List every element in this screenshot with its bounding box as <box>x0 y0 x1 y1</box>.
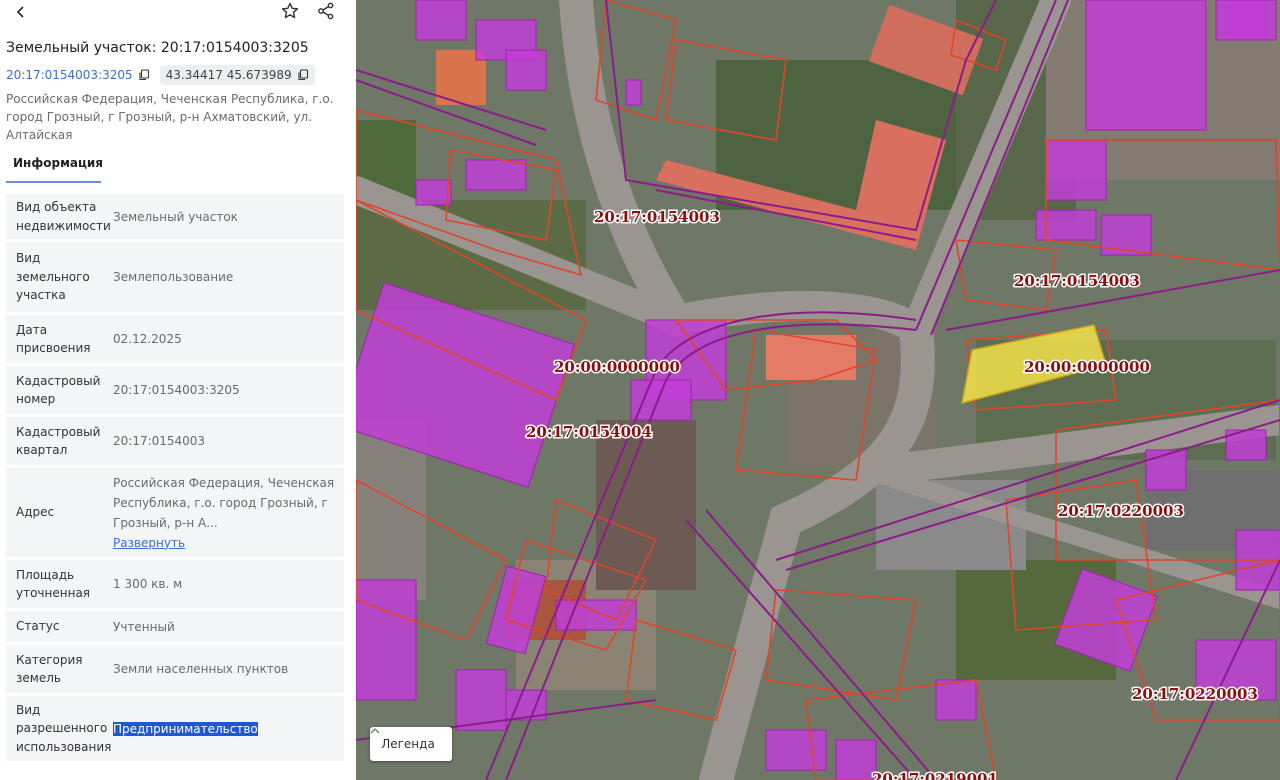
row-value: 1 300 кв. м <box>113 577 183 591</box>
legend-button[interactable]: Легенда <box>370 727 452 761</box>
map-view[interactable]: 20:17:0154003 20:17:0154003 20:00:000000… <box>356 0 1280 780</box>
map-label-quarter: 20:00:0000000 <box>554 358 680 376</box>
row-value: Земельный участок <box>113 209 238 224</box>
row-label: Адрес <box>16 505 55 520</box>
table-row: Статус Учтенный <box>6 611 344 645</box>
coordinates-text: 43.34417 45.673989 <box>165 68 292 82</box>
satellite-map-layer: 20:17:0154003 20:17:0154003 20:00:000000… <box>356 0 1280 780</box>
permitted-use-value: Предпринимательство <box>113 721 258 736</box>
table-row: Площадь уточненная 1 300 кв. м <box>6 560 344 611</box>
row-value: 20:17:0154003:3205 <box>113 383 240 397</box>
address-value: Российская Федерация, Чеченская Республи… <box>113 475 335 530</box>
row-label: Площадь уточненная <box>16 567 91 601</box>
star-icon <box>281 2 299 24</box>
parcel-meta: 20:17:0154003:3205 43.34417 45.673989 <box>6 64 315 86</box>
map-label-quarter: 20:17:0154003 <box>594 208 720 226</box>
table-row: Кадастровый квартал 20:17:0154003 <box>6 417 344 468</box>
row-value: Земли населенных пунктов <box>113 662 289 676</box>
map-label-quarter: 20:17:0219001 <box>872 770 998 780</box>
share-icon <box>317 2 335 24</box>
copy-icon[interactable] <box>297 69 309 81</box>
table-row: Кадастровый номер 20:17:0154003:3205 <box>6 366 344 417</box>
map-label-quarter: 20:17:0154004 <box>526 423 652 441</box>
back-button[interactable] <box>6 0 36 26</box>
row-value: Землепользование <box>113 270 234 284</box>
row-label: Кадастровый квартал <box>16 424 101 458</box>
coordinates-chip[interactable]: 43.34417 45.673989 <box>159 65 315 85</box>
map-label-quarter: 20:17:0220003 <box>1058 502 1184 520</box>
row-value: 02.12.2025 <box>113 332 182 346</box>
row-label: Вид разрешенного использования <box>16 702 112 754</box>
row-label: Вид объекта недвижимости <box>16 200 111 233</box>
cadastral-number-link[interactable]: 20:17:0154003:3205 <box>6 68 133 82</box>
row-label: Категория земель <box>16 652 83 686</box>
table-row: Адрес Российская Федерация, Чеченская Ре… <box>6 468 344 560</box>
row-value: Учтенный <box>113 619 175 634</box>
favorite-button[interactable] <box>275 0 305 26</box>
expand-address-link[interactable]: Развернуть <box>113 533 336 553</box>
share-button[interactable] <box>311 0 341 26</box>
table-row: Вид объекта недвижимости Земельный участ… <box>6 194 344 242</box>
map-label-quarter: 20:00:0000000 <box>1024 358 1150 376</box>
map-label-quarter: 20:17:0154003 <box>1014 272 1140 290</box>
table-row: Вид разрешенного использования Предприни… <box>6 696 344 764</box>
table-row: Дата присвоения 02.12.2025 <box>6 315 344 366</box>
address-text: Российская Федерация, Чеченская Республи… <box>6 92 334 142</box>
tab-information[interactable]: Информация <box>6 156 103 183</box>
info-panel: Земельный участок: 20:17:0154003:3205 20… <box>0 0 356 780</box>
map-label-quarter: 20:17:0220003 <box>1132 685 1258 703</box>
row-label: Вид земельного участка <box>16 251 90 303</box>
table-row: Категория земель Земли населенных пункто… <box>6 645 344 696</box>
row-value: 20:17:0154003 <box>113 434 206 448</box>
copy-icon[interactable] <box>138 69 150 81</box>
chevron-left-icon <box>14 4 28 23</box>
row-label: Кадастровый номер <box>16 373 101 407</box>
row-label: Дата присвоения <box>16 322 91 356</box>
row-value: Предпринимательство <box>113 719 344 739</box>
row-label: Статус <box>16 619 60 634</box>
panel-toolbar <box>0 0 356 26</box>
legend-label: Легенда <box>381 737 435 751</box>
property-table: Вид объекта недвижимости Земельный участ… <box>6 194 344 764</box>
row-value: Российская Федерация, Чеченская Республи… <box>113 473 344 553</box>
table-row: Вид земельного участка Землепользование <box>6 242 344 315</box>
page-title: Земельный участок: 20:17:0154003:3205 <box>6 40 309 56</box>
